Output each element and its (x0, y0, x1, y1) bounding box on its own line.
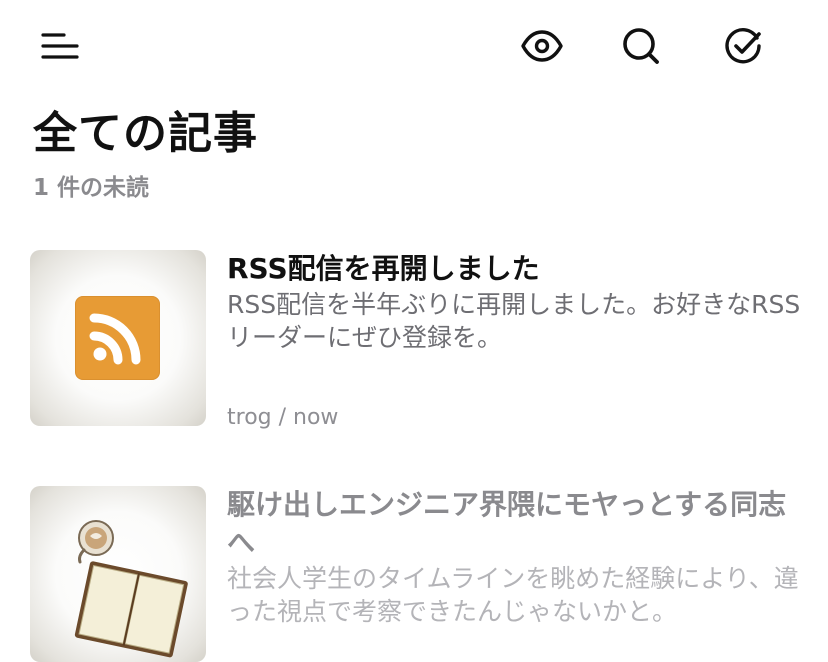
article-list-item[interactable]: 駆け出しエンジニア界隈にモヤっとする同志へ 社会人学生のタイムラインを眺めた経験… (0, 486, 828, 662)
check-circle-icon (725, 28, 761, 64)
article-thumbnail (30, 250, 206, 426)
show-read-toggle-button[interactable] (512, 16, 572, 76)
article-title: 駆け出しエンジニア界隈にモヤっとする同志へ (227, 488, 787, 559)
article-description: RSS配信を半年ぶりに再開しました。お好きなRSSリーダーにぜひ登録を。 (227, 290, 801, 352)
unread-count: 1 件の未読 (33, 175, 150, 201)
page-title: 全ての記事 (33, 108, 258, 159)
search-icon (623, 28, 659, 64)
coffee-and-notebook-icon (74, 520, 188, 658)
menu-button[interactable] (30, 16, 90, 76)
article-description: 社会人学生のタイムラインを眺めた経験により、違った視点で考察できたんじゃないかと… (227, 564, 799, 626)
mark-all-read-button[interactable] (713, 16, 773, 76)
search-button[interactable] (611, 16, 671, 76)
menu-icon (41, 33, 79, 59)
article-thumbnail (30, 486, 206, 662)
article-title: RSS配信を再開しました (227, 252, 540, 285)
top-toolbar (0, 0, 828, 96)
rss-feed-icon (75, 296, 160, 380)
eye-icon (521, 30, 563, 62)
article-meta: trog / now (227, 405, 339, 430)
article-list-item[interactable]: RSS配信を再開しました RSS配信を半年ぶりに再開しました。お好きなRSSリー… (0, 250, 828, 440)
